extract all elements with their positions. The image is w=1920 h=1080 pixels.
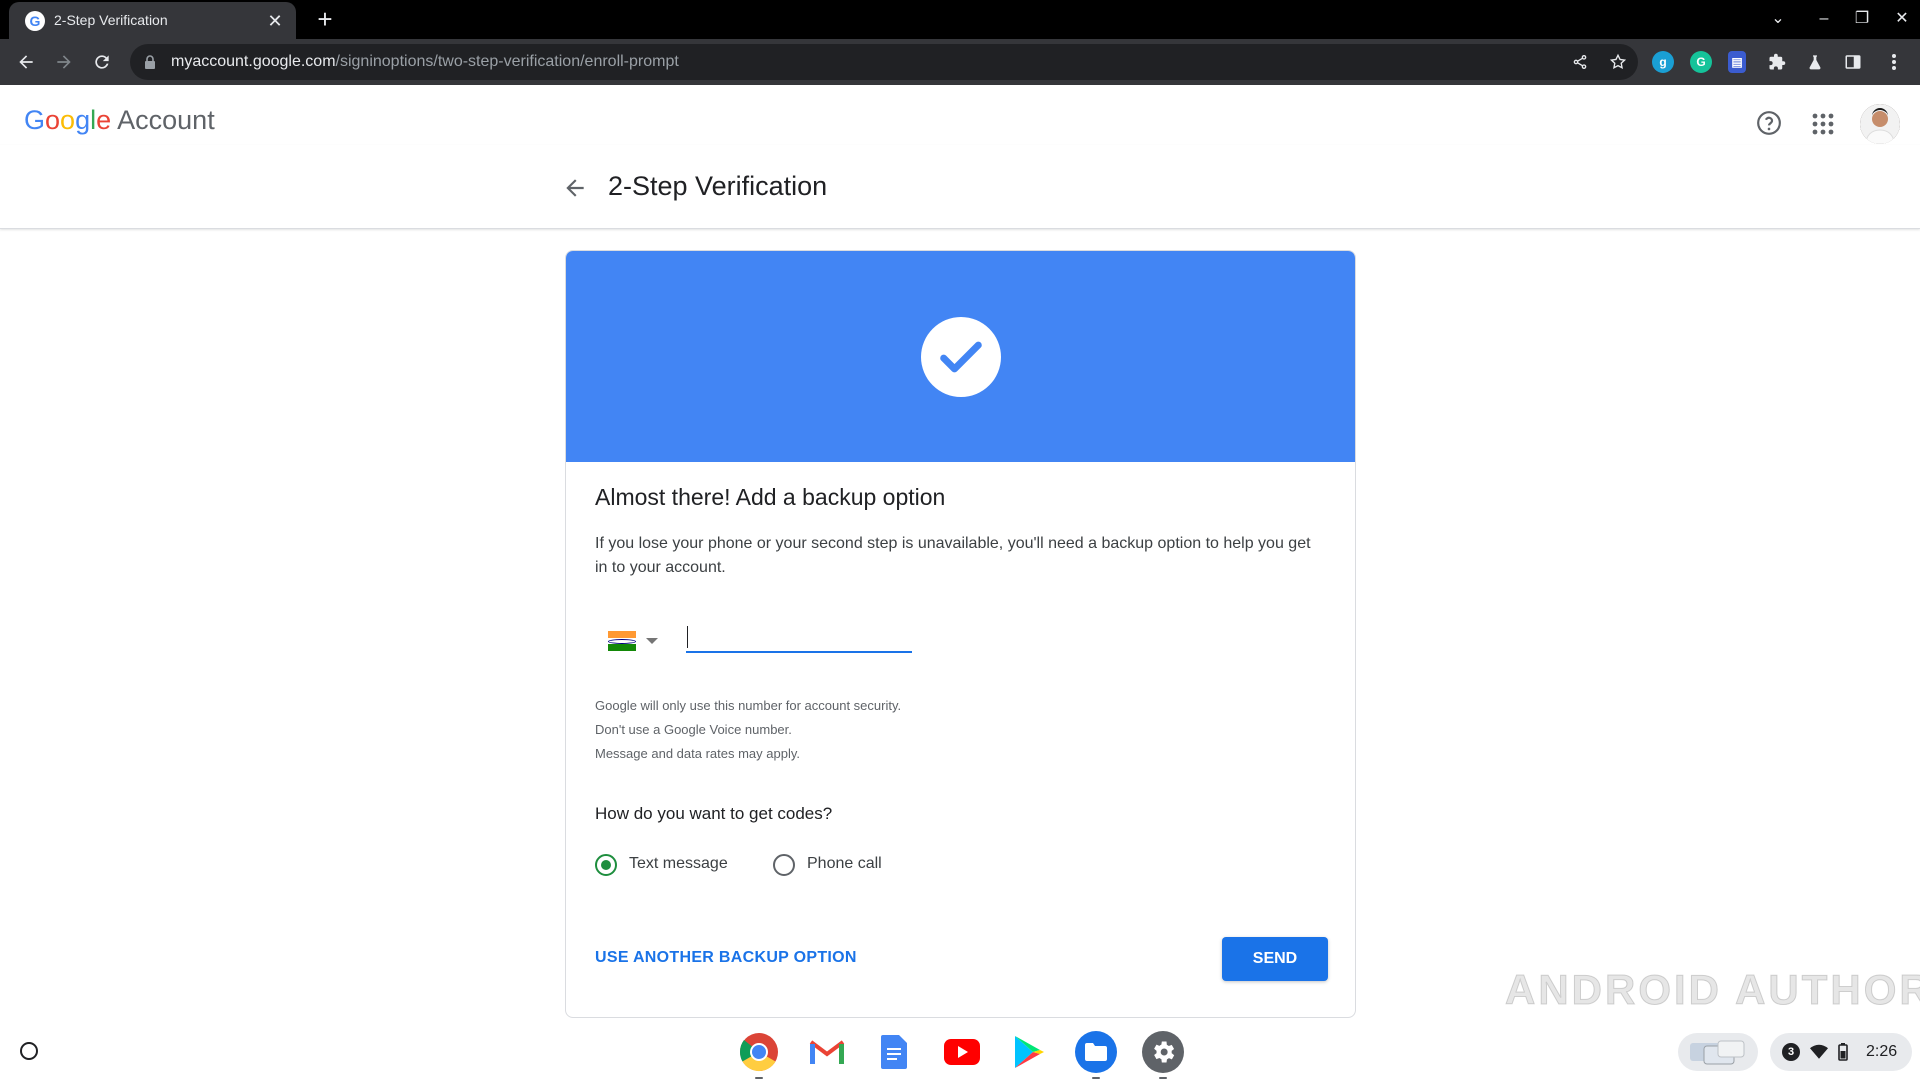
google-favicon-icon: G (25, 11, 45, 31)
page-title: 2-Step Verification (608, 171, 828, 201)
files-icon[interactable] (1075, 1031, 1117, 1079)
checkmark-icon (921, 317, 1001, 397)
clock: 2:26 (1866, 1043, 1898, 1060)
play-store-icon[interactable] (1008, 1031, 1050, 1073)
chevron-down-icon (646, 638, 658, 644)
voice-note: Don't use a Google Voice number. (595, 722, 792, 737)
hero-banner (566, 251, 1355, 462)
use-another-backup-option-button[interactable]: USE ANOTHER BACKUP OPTION (595, 949, 857, 967)
back-icon[interactable] (12, 48, 40, 76)
reload-icon[interactable] (88, 48, 116, 76)
holding-space-tray[interactable] (1678, 1033, 1758, 1071)
avatar[interactable] (1860, 104, 1900, 144)
wifi-icon (1810, 1044, 1828, 1059)
google-account-logo[interactable]: Google Account (24, 105, 215, 136)
share-icon[interactable] (1570, 52, 1590, 72)
extensions-puzzle-icon[interactable] (1766, 51, 1788, 73)
window-close-icon[interactable]: ✕ (1888, 6, 1916, 32)
phone-call-radio[interactable] (773, 854, 795, 876)
google-account-header: Google Account (0, 85, 1920, 145)
restore-icon[interactable]: ❐ (1848, 6, 1876, 32)
phone-call-label[interactable]: Phone call (807, 855, 882, 873)
minimize-icon[interactable]: – (1810, 6, 1838, 32)
grammarly-extension-icon[interactable]: g (1652, 51, 1674, 73)
docs-icon[interactable] (873, 1031, 915, 1073)
india-flag-icon (608, 631, 636, 652)
country-select[interactable] (608, 627, 668, 655)
url-host: myaccount.google.com (171, 53, 336, 70)
tab-close-icon[interactable]: ✕ (263, 9, 287, 33)
text-message-radio[interactable] (595, 854, 617, 876)
chromeos-shelf (0, 1024, 1920, 1080)
status-tray[interactable]: 3 2:26 (1770, 1033, 1912, 1071)
text-message-label[interactable]: Text message (629, 855, 728, 873)
notification-count-badge: 3 (1782, 1043, 1800, 1061)
lock-icon (145, 55, 155, 69)
text-cursor (687, 626, 688, 648)
tab-strip: G 2-Step Verification ✕ + ⌄ – ❐ ✕ (0, 0, 1920, 39)
address-bar[interactable]: myaccount.google.com/signinoptions/two-s… (130, 44, 1638, 80)
browser-toolbar: myaccount.google.com/signinoptions/two-s… (0, 39, 1920, 85)
browser-menu-icon[interactable] (1883, 51, 1905, 73)
grammarly-go-extension-icon[interactable]: G (1690, 51, 1712, 73)
side-panel-icon[interactable] (1842, 51, 1864, 73)
url-path: /signinoptions/two-step-verification/enr… (335, 53, 679, 70)
launcher-icon[interactable] (20, 1042, 38, 1060)
phone-number-input[interactable] (686, 619, 912, 653)
backup-option-card: Almost there! Add a backup option If you… (565, 250, 1356, 1018)
chrome-icon[interactable] (738, 1031, 780, 1079)
settings-icon[interactable] (1142, 1031, 1184, 1079)
bookmark-star-icon[interactable] (1608, 52, 1628, 72)
help-icon[interactable] (1756, 110, 1782, 136)
google-apps-grid-icon[interactable] (1812, 113, 1834, 135)
labs-flask-icon[interactable] (1804, 51, 1826, 73)
account-label: Account (117, 105, 215, 135)
rates-note: Message and data rates may apply. (595, 746, 800, 761)
browser-tab[interactable]: G 2-Step Verification ✕ (9, 2, 296, 39)
docs-extension-icon[interactable]: ▤ (1728, 51, 1746, 73)
watermark: ANDROID AUTHORITY (1504, 966, 1920, 1014)
send-button[interactable]: SEND (1222, 937, 1328, 981)
security-note: Google will only use this number for acc… (595, 698, 902, 713)
url-text: myaccount.google.com/signinoptions/two-s… (171, 53, 679, 71)
tab-title: 2-Step Verification (54, 12, 168, 28)
battery-icon (1838, 1043, 1848, 1061)
forward-icon[interactable] (50, 48, 78, 76)
card-description: If you lose your phone or your second st… (595, 535, 1311, 576)
tab-search-icon[interactable]: ⌄ (1764, 6, 1792, 32)
new-tab-icon[interactable]: + (310, 4, 340, 34)
codes-question: How do you want to get codes? (595, 804, 833, 823)
page-header: 2-Step Verification (0, 145, 1920, 229)
gmail-icon[interactable] (806, 1031, 848, 1073)
youtube-icon[interactable] (941, 1031, 983, 1073)
back-arrow-icon[interactable] (562, 175, 588, 201)
card-title: Almost there! Add a backup option (595, 484, 946, 510)
google-logo: Google (24, 105, 112, 135)
